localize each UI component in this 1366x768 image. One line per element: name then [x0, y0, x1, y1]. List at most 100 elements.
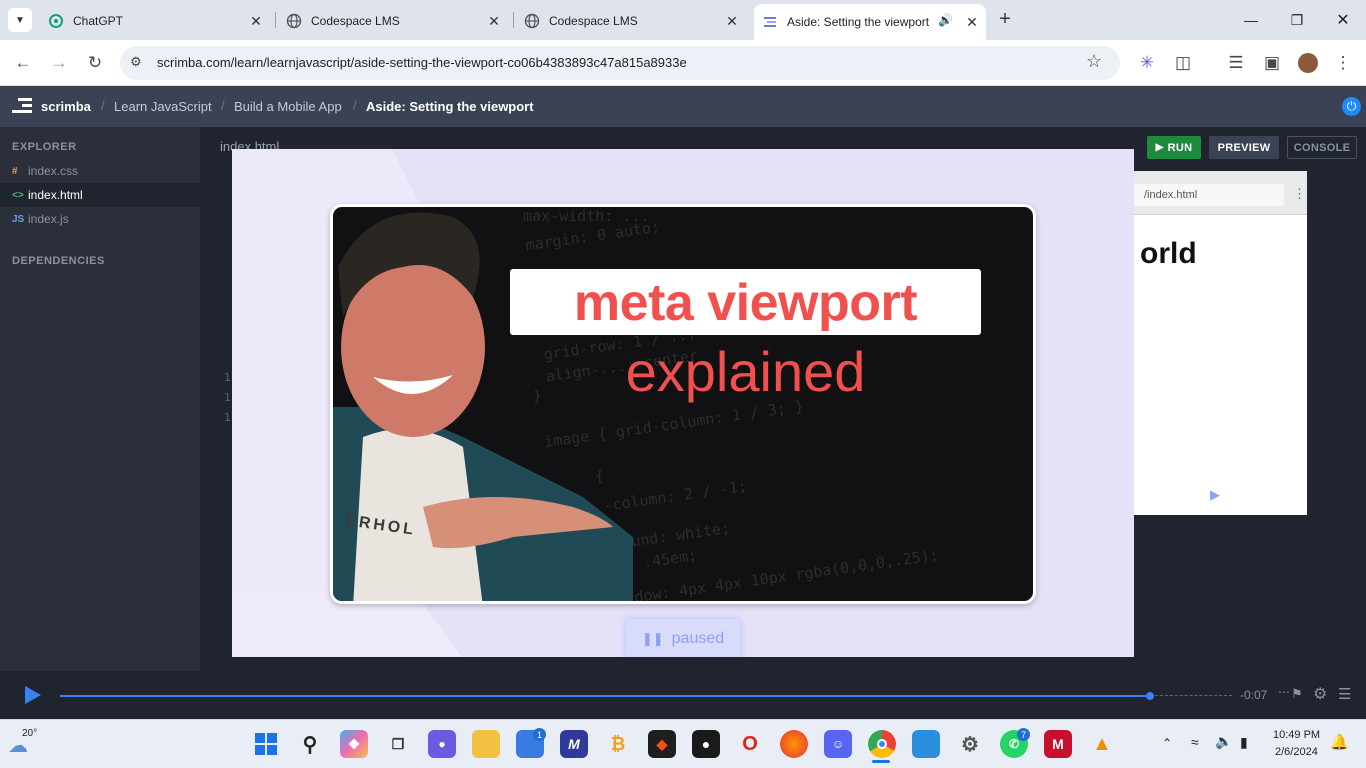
discord-icon[interactable]: ☺ [824, 730, 852, 758]
figma-icon[interactable]: ◆ [648, 730, 676, 758]
weather-temp: 20° [22, 728, 38, 739]
forward-button[interactable]: → [44, 48, 74, 78]
close-icon[interactable]: ✕ [248, 13, 264, 29]
globe-icon [524, 13, 540, 29]
media-controls-icon[interactable]: ☰ [1221, 48, 1251, 78]
speaker-icon[interactable]: 🔊 [938, 13, 953, 27]
scrimba-logo-icon[interactable] [12, 98, 34, 119]
browser-tab-active[interactable]: Aside: Setting the viewport 🔊 ✕ [754, 4, 986, 40]
battery-icon[interactable]: ▮ [1240, 734, 1248, 751]
more-dots-icon[interactable]: ⋯ [1278, 685, 1290, 699]
file-index-js[interactable]: JS index.js [0, 207, 200, 231]
breadcrumb-separator: / [221, 98, 225, 113]
file-explorer-icon[interactable] [472, 730, 500, 758]
address-bar[interactable]: ⚙ scrimba.com/learn/learnjavascript/asid… [120, 46, 1120, 80]
menu-kebab-icon[interactable]: ⋮ [1328, 48, 1358, 78]
start-windows-icon[interactable] [252, 730, 280, 758]
search-icon[interactable]: ⚲ [296, 730, 324, 758]
dependencies-heading[interactable]: DEPENDENCIES [12, 255, 105, 267]
chrome-icon[interactable] [868, 730, 896, 758]
menu-icon[interactable]: ☰ [1338, 685, 1351, 703]
restore-button[interactable]: ❐ [1274, 0, 1320, 40]
notification-bell-icon[interactable]: 🔔 [1330, 733, 1349, 751]
new-tab-button[interactable]: + [994, 9, 1016, 31]
breadcrumb-course[interactable]: Learn JavaScript [114, 99, 212, 114]
js-file-icon: JS [12, 213, 25, 225]
browser-tab-codespace-1[interactable]: Codespace LMS ✕ [282, 6, 508, 36]
preview-url[interactable]: /index.html [1130, 184, 1284, 206]
progress-played[interactable] [60, 695, 1150, 697]
mcafee-icon[interactable]: M [1044, 730, 1072, 758]
preview-pane[interactable]: /index.html ⋮ orld ▶ [1120, 171, 1307, 515]
bitcoin-icon[interactable]: ₿ [604, 730, 632, 758]
file-index-css[interactable]: # index.css [0, 159, 200, 183]
preview-button[interactable]: PREVIEW [1209, 136, 1279, 159]
photos-icon[interactable] [912, 730, 940, 758]
site-info-icon[interactable]: ⚙ [130, 54, 142, 70]
video-title-line2: explained [625, 340, 866, 403]
video-overlay[interactable]: max-width: ... margin: 0 auto; grid-row:… [232, 149, 1134, 657]
browser-tab-strip: ▼ ChatGPT ✕ Codespace LMS ✕ Codespace LM… [0, 0, 1366, 40]
clock-time[interactable]: 10:49 PM [1273, 729, 1320, 741]
video-thumbnail: max-width: ... margin: 0 auto; grid-row:… [330, 204, 1036, 604]
copilot-icon[interactable]: ❖ [340, 730, 368, 758]
browser-tab-codespace-2[interactable]: Codespace LMS ✕ [520, 6, 746, 36]
settings-icon[interactable]: ⚙ [956, 730, 984, 758]
github-icon[interactable]: ● [692, 730, 720, 758]
close-icon[interactable]: ✕ [964, 14, 980, 30]
profile-avatar[interactable] [1293, 48, 1323, 78]
run-button[interactable]: ▶ RUN [1147, 136, 1201, 159]
back-button[interactable]: ← [8, 48, 38, 78]
side-panel-icon[interactable]: ▣ [1257, 48, 1287, 78]
reload-button[interactable]: ↻ [80, 48, 110, 78]
vscode-icon[interactable]: M [560, 730, 588, 758]
close-icon[interactable]: ✕ [486, 13, 502, 29]
tab-search-button[interactable]: ▼ [8, 8, 32, 32]
progress-handle[interactable] [1146, 692, 1154, 700]
bookmark-star-icon[interactable]: ☆ [1086, 51, 1102, 72]
file-index-html[interactable]: <> index.html [0, 183, 200, 207]
store-badge: 1 [533, 728, 546, 741]
tab-title: ChatGPT [73, 14, 124, 28]
breadcrumb-module[interactable]: Build a Mobile App [234, 99, 342, 114]
volume-icon[interactable]: 🔈 [1215, 733, 1232, 750]
close-window-button[interactable]: ✕ [1320, 0, 1366, 40]
progress-remaining[interactable] [1150, 695, 1232, 696]
extension-puzzle-icon[interactable]: ✳ [1132, 48, 1162, 78]
bookmark-icon[interactable]: ⚑ [1291, 686, 1303, 702]
video-title-box: meta viewport [510, 269, 981, 335]
meet-chat-icon[interactable]: ● [428, 730, 456, 758]
video-title-line1: meta viewport [573, 274, 918, 332]
opera-icon[interactable]: O [736, 730, 764, 758]
wifi-icon[interactable]: ≈ [1191, 734, 1199, 750]
firefox-icon[interactable] [780, 730, 808, 758]
pause-icon: ❚❚ [641, 631, 664, 646]
file-explorer: EXPLORER # index.css <> index.html JS in… [0, 127, 200, 719]
tab-separator [513, 12, 514, 28]
line-number: 1 [224, 391, 231, 404]
extensions-icon[interactable]: ◫ [1168, 48, 1198, 78]
play-button[interactable] [22, 685, 42, 710]
paused-indicator[interactable]: ❚❚ paused [626, 619, 740, 657]
scrimba-logo-text[interactable]: scrimba [41, 99, 91, 114]
close-icon[interactable]: ✕ [724, 13, 740, 29]
line-number: 1 [224, 411, 231, 424]
settings-gear-icon[interactable]: ⚙ [1313, 684, 1327, 704]
browser-tab-chatgpt[interactable]: ChatGPT ✕ [44, 6, 270, 36]
breadcrumb-lesson: Aside: Setting the viewport [366, 99, 534, 114]
preview-menu-icon[interactable]: ⋮ [1293, 186, 1306, 202]
minimize-button[interactable]: — [1228, 0, 1274, 40]
explorer-heading: EXPLORER [12, 141, 77, 153]
scrimba-icon [762, 14, 778, 30]
clock-date[interactable]: 2/6/2024 [1275, 746, 1318, 758]
task-view-icon[interactable]: ❐ [384, 730, 412, 758]
css-file-icon: # [12, 165, 18, 177]
tab-title: Codespace LMS [311, 14, 400, 28]
console-button[interactable]: CONSOLE [1287, 136, 1357, 159]
vlc-icon[interactable]: ▲ [1088, 730, 1116, 758]
run-label: RUN [1167, 141, 1193, 154]
browser-toolbar: ← → ↻ ⚙ scrimba.com/learn/learnjavascrip… [0, 40, 1366, 86]
scrimba-header: scrimba / Learn JavaScript / Build a Mob… [0, 86, 1366, 127]
power-icon[interactable]: ⏻ [1342, 97, 1361, 116]
show-hidden-icons-icon[interactable]: ⌃ [1162, 736, 1172, 750]
